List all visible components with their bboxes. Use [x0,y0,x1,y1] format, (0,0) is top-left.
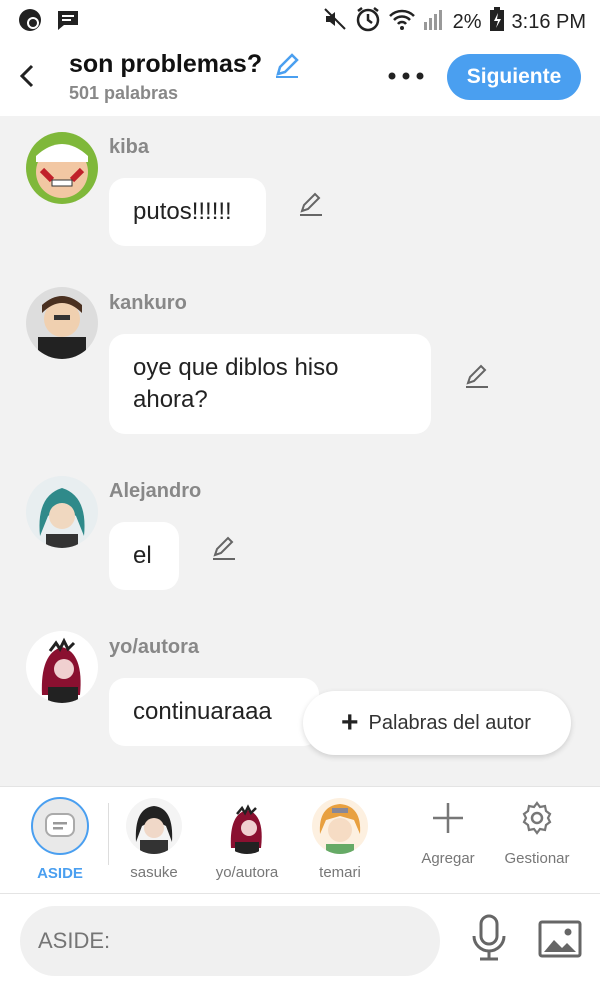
message-bubble[interactable]: continuaraaa [109,678,319,746]
battery-level: 2% [452,10,482,33]
character-name: kiba [109,136,150,158]
add-character-button[interactable]: Agregar [403,801,493,867]
author-words-button[interactable]: + Palabras del autor [303,691,571,755]
message-bubble[interactable]: putos!!!!!! [109,178,266,246]
wifi-icon [388,8,415,36]
word-count: 501 palabras [69,83,179,103]
more-options-button[interactable] [386,64,426,88]
microphone-button[interactable] [470,914,508,962]
status-bar: 2% 3:16 PM [0,0,600,38]
page-title: son problemas? [69,50,263,78]
character-label: temari [319,864,361,881]
character-label: sasuke [130,864,178,881]
manage-button[interactable]: Gestionar [492,801,582,867]
header: son problemas? 501 palabras Siguiente [0,38,600,116]
plus-icon [433,803,463,833]
mute-icon [323,7,347,37]
message-notification-icon [56,9,80,36]
character-label: yo/autora [215,864,279,881]
character-name: yo/autora [109,636,200,658]
character-label: ASIDE [37,865,83,882]
character-name: Alejandro [109,480,202,502]
manage-label: Gestionar [504,850,570,867]
message-bubble[interactable]: oye que diblos hiso ahora? [109,334,431,434]
battery-icon [489,7,504,37]
character-temari[interactable]: temari [295,798,385,881]
gear-icon [522,801,552,835]
input-bar [0,894,600,989]
avatar[interactable] [26,631,98,703]
avatar[interactable] [26,132,98,204]
character-yo-autora[interactable]: yo/autora [202,798,292,881]
character-bar: ASIDE sasuke yo/autora temari Agregar Ge… [0,786,600,894]
avatar [312,798,368,854]
avatar [126,798,182,854]
message-bubble[interactable]: el [109,522,179,590]
signal-icon [423,8,445,36]
avatar[interactable] [26,287,98,359]
author-words-label: Palabras del autor [368,711,531,734]
character-sasuke[interactable]: sasuke [109,798,199,881]
next-button[interactable]: Siguiente [447,54,581,100]
message-input[interactable] [20,906,440,976]
app-notification-icon [18,8,42,37]
back-button[interactable] [14,62,42,90]
title-block: son problemas? 501 palabras [69,50,301,104]
clock: 3:16 PM [511,10,586,33]
character-aside[interactable]: ASIDE [15,797,105,882]
avatar [219,798,275,854]
avatar[interactable] [26,476,98,548]
alarm-icon [355,6,381,38]
edit-message-icon[interactable] [210,534,238,562]
edit-title-icon[interactable] [273,51,301,79]
image-icon [538,920,582,958]
edit-message-icon[interactable] [297,190,325,218]
add-label: Agregar [421,850,475,867]
microphone-icon [472,914,506,961]
plus-icon: + [341,706,359,739]
edit-message-icon[interactable] [463,362,491,390]
character-name: kankuro [109,292,187,314]
image-button[interactable] [538,920,582,958]
aside-avatar [31,797,89,855]
